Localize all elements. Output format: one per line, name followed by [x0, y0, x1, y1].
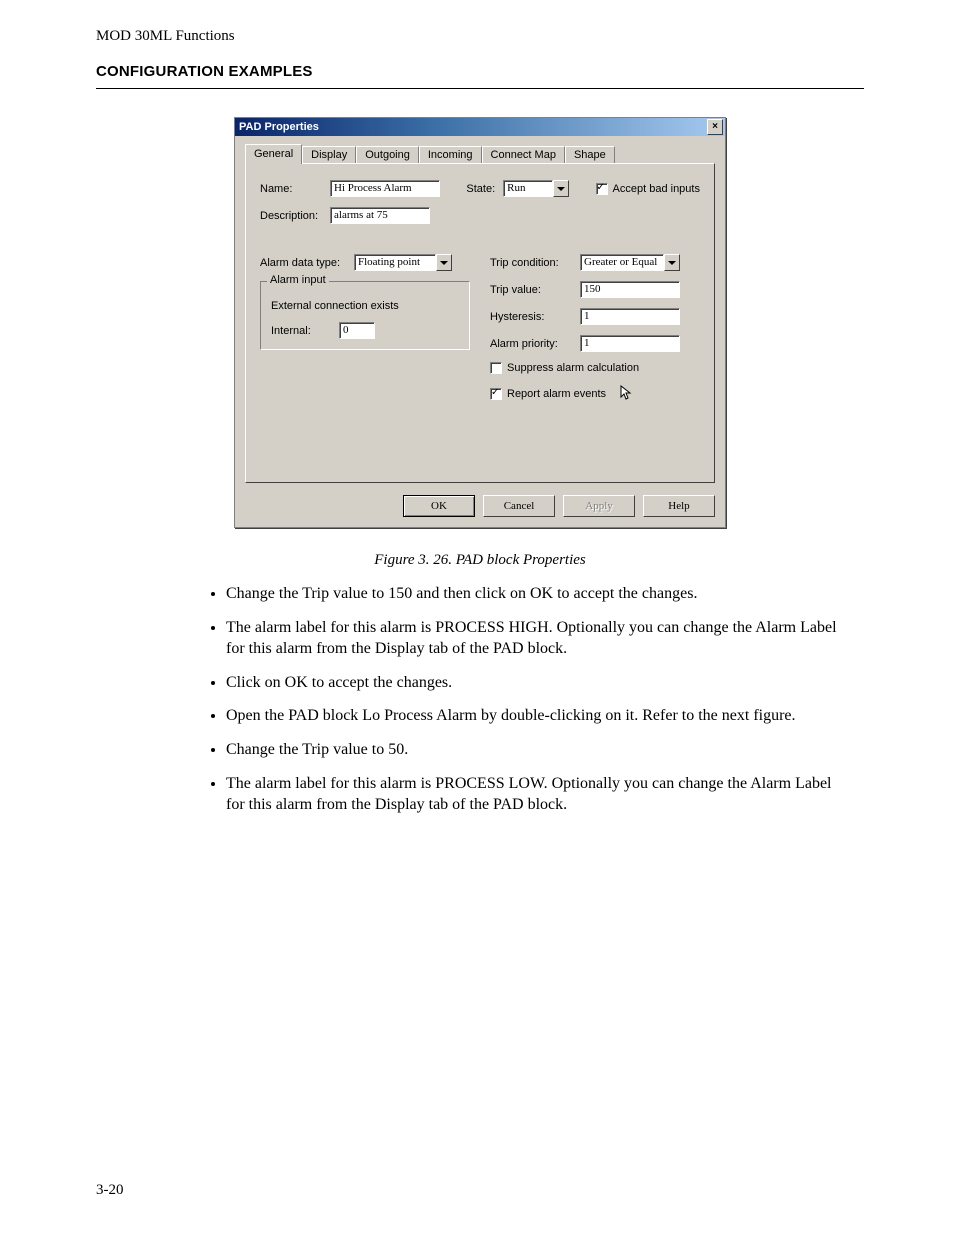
- help-button[interactable]: Help: [643, 495, 715, 517]
- report-alarm-events-checkbox[interactable]: Report alarm events: [490, 388, 606, 400]
- tab-display[interactable]: Display: [302, 146, 356, 164]
- label-alarm-priority: Alarm priority:: [490, 338, 572, 350]
- accept-bad-inputs-checkbox[interactable]: Accept bad inputs: [596, 183, 700, 195]
- chevron-down-icon[interactable]: [436, 254, 452, 271]
- pad-properties-dialog: PAD Properties × General Display Outgoin…: [234, 117, 726, 528]
- figure-caption-text: PAD block Properties: [456, 552, 586, 568]
- label-trip-condition: Trip condition:: [490, 257, 572, 269]
- list-item: Click on OK to accept the changes.: [226, 672, 864, 694]
- state-combo[interactable]: Run: [503, 180, 569, 197]
- instruction-list: Change the Trip value to 150 and then cl…: [96, 583, 864, 816]
- checkbox-icon: [490, 388, 502, 400]
- checkbox-icon: [596, 183, 608, 195]
- external-connection-text: External connection exists: [271, 300, 459, 312]
- list-item: Change the Trip value to 50.: [226, 739, 864, 761]
- running-head: MOD 30ML Functions: [96, 28, 864, 45]
- dialog-titlebar[interactable]: PAD Properties ×: [235, 118, 725, 136]
- dialog-title: PAD Properties: [239, 121, 319, 133]
- state-field[interactable]: Run: [503, 180, 553, 197]
- chevron-down-icon[interactable]: [664, 254, 680, 271]
- suppress-alarm-checkbox[interactable]: Suppress alarm calculation: [490, 362, 639, 374]
- trip-condition-combo[interactable]: Greater or Equal: [580, 254, 680, 271]
- alarm-priority-field[interactable]: 1: [580, 335, 680, 352]
- suppress-label: Suppress alarm calculation: [507, 362, 639, 374]
- list-item: Open the PAD block Lo Process Alarm by d…: [226, 705, 864, 727]
- description-field[interactable]: alarms at 75: [330, 207, 430, 224]
- alarm-input-legend: Alarm input: [267, 274, 329, 286]
- trip-condition-field[interactable]: Greater or Equal: [580, 254, 664, 271]
- tab-connect-map[interactable]: Connect Map: [482, 146, 565, 164]
- dialog-tabs: General Display Outgoing Incoming Connec…: [245, 144, 715, 164]
- figure-caption: Figure 3. 26. PAD block Properties: [96, 552, 864, 569]
- report-label: Report alarm events: [507, 388, 606, 400]
- label-description: Description:: [260, 210, 322, 222]
- label-hysteresis: Hysteresis:: [490, 311, 572, 323]
- trip-value-field[interactable]: 150: [580, 281, 680, 298]
- cursor-arrow-icon: [620, 385, 634, 404]
- alarm-data-type-combo[interactable]: Floating point: [354, 254, 452, 271]
- list-item: The alarm label for this alarm is PROCES…: [226, 617, 864, 660]
- apply-button[interactable]: Apply: [563, 495, 635, 517]
- list-item: The alarm label for this alarm is PROCES…: [226, 773, 864, 816]
- dialog-actions: OK Cancel Apply Help: [245, 495, 715, 517]
- tab-outgoing[interactable]: Outgoing: [356, 146, 419, 164]
- label-alarm-data-type: Alarm data type:: [260, 257, 346, 269]
- tab-general[interactable]: General: [245, 144, 302, 164]
- checkbox-icon: [490, 362, 502, 374]
- label-name: Name:: [260, 183, 322, 195]
- tab-incoming[interactable]: Incoming: [419, 146, 482, 164]
- alarm-data-type-field[interactable]: Floating point: [354, 254, 436, 271]
- chevron-down-icon[interactable]: [553, 180, 569, 197]
- hysteresis-field[interactable]: 1: [580, 308, 680, 325]
- label-internal: Internal:: [271, 325, 331, 337]
- label-state: State:: [466, 183, 495, 195]
- ok-button[interactable]: OK: [403, 495, 475, 517]
- cancel-button[interactable]: Cancel: [483, 495, 555, 517]
- page-number: 3-20: [96, 1182, 124, 1199]
- tab-shape[interactable]: Shape: [565, 146, 615, 164]
- label-trip-value: Trip value:: [490, 284, 572, 296]
- alarm-input-group: Alarm input External connection exists I…: [260, 281, 470, 350]
- section-rule: [96, 88, 864, 89]
- tab-panel-general: Name: Hi Process Alarm State: Run: [245, 163, 715, 483]
- accept-bad-label: Accept bad inputs: [613, 183, 700, 195]
- section-title: CONFIGURATION EXAMPLES: [96, 63, 864, 80]
- list-item: Change the Trip value to 150 and then cl…: [226, 583, 864, 605]
- close-icon[interactable]: ×: [707, 119, 723, 135]
- name-field[interactable]: Hi Process Alarm: [330, 180, 440, 197]
- figure-caption-prefix: Figure 3. 26.: [374, 552, 456, 568]
- internal-field[interactable]: 0: [339, 322, 375, 339]
